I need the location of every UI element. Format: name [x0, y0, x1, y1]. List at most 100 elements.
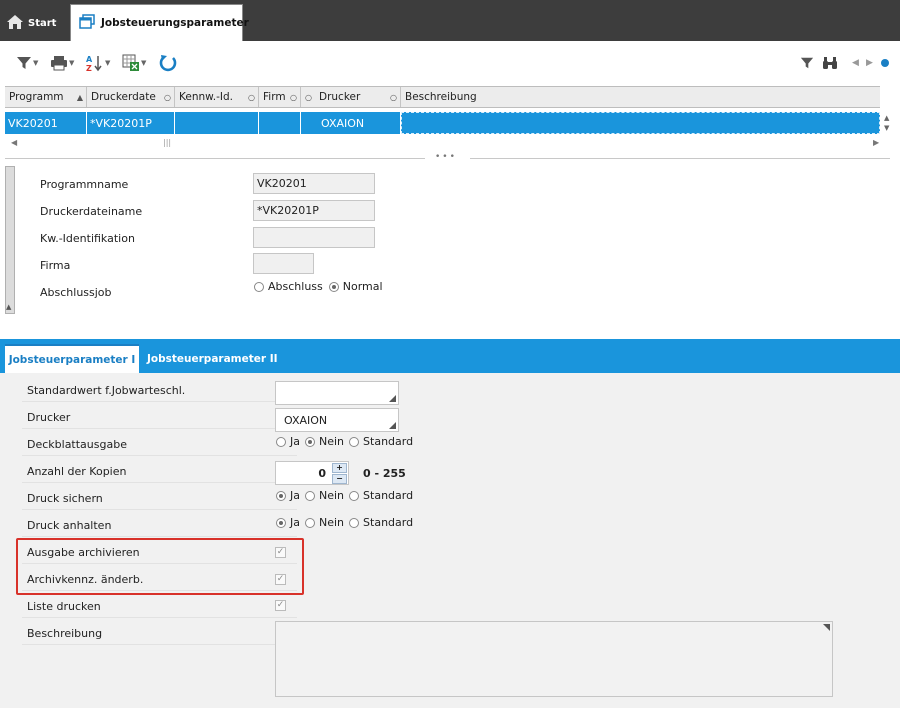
home-icon [6, 14, 24, 33]
cell-programm[interactable]: VK20201 [5, 112, 87, 134]
kw-identifikation-field[interactable] [253, 227, 375, 248]
druck-sichern-nein-radio[interactable] [305, 490, 315, 501]
table-row[interactable]: VK20201 *VK20201P OXAION [5, 112, 880, 134]
column-circle-icon: ○ [305, 92, 312, 102]
beschreibung-label: Beschreibung [22, 619, 297, 645]
deckblatt-standard-label: Standard [363, 435, 414, 448]
binoculars-icon[interactable] [822, 53, 838, 73]
liste-drucken-checkbox[interactable]: ✓ [275, 600, 286, 611]
drucker-dropdown[interactable]: OXAION [275, 408, 399, 432]
col-drucker-label: Drucker [318, 91, 361, 103]
kopien-label: Anzahl der Kopien [22, 457, 297, 483]
print-icon[interactable]: ▼ [50, 53, 74, 73]
scroll-right-icon[interactable]: ▶ [873, 138, 879, 147]
scroll-left-icon[interactable]: ◀ [11, 138, 17, 147]
filter-right-icon[interactable] [800, 53, 814, 73]
kopien-stepper[interactable]: 0 + − [275, 461, 349, 485]
tab-jobsteuerparameter-2[interactable]: Jobsteuerparameter II [147, 344, 278, 373]
col-beschreibung[interactable]: Beschreibung [401, 87, 880, 107]
column-circle-icon: ○ [290, 92, 297, 102]
stepper-down-icon[interactable]: − [332, 474, 347, 484]
col-kennw[interactable]: Kennw.-Id. ○ [175, 87, 259, 107]
druck-sichern-label: Druck sichern [22, 484, 297, 510]
deckblatt-label: Deckblattausgabe [22, 430, 297, 456]
druckerdateiname-label: Druckerdateiname [40, 205, 143, 218]
next-icon[interactable]: ▶ [866, 53, 873, 73]
druck-anhalten-label: Druck anhalten [22, 511, 297, 537]
abschlussjob-label: Abschlussjob [40, 286, 112, 299]
cell-druckerdate[interactable]: *VK20201P [87, 112, 175, 134]
druck-anhalten-nein-label: Nein [319, 516, 345, 529]
scroll-thumb[interactable]: ||| [163, 138, 171, 147]
col-druckerdate[interactable]: Druckerdate ○ [87, 87, 175, 107]
sort-asc-icon: ▲ [76, 92, 83, 102]
abschlussjob-radio-group: Abschluss Normal [254, 280, 383, 293]
scroll-down-icon[interactable]: ▼ [884, 124, 889, 132]
excel-export-icon[interactable]: ▼ [122, 53, 146, 73]
col-druckerdate-label: Druckerdate [91, 91, 156, 103]
col-programm-label: Programm [9, 91, 64, 103]
cell-firm[interactable] [259, 112, 301, 134]
col-programm[interactable]: Programm ▲ [5, 87, 87, 107]
tab-start[interactable]: Start [6, 8, 66, 38]
standardwert-dropdown[interactable] [275, 381, 399, 405]
column-circle-icon: ○ [164, 92, 171, 102]
firma-label: Firma [40, 259, 71, 272]
druck-anhalten-standard-label: Standard [363, 516, 414, 529]
druck-anhalten-nein-radio[interactable] [305, 517, 315, 528]
column-circle-icon: ○ [248, 92, 255, 102]
druck-sichern-ja-radio[interactable] [276, 490, 286, 501]
splitter-handle-icon[interactable]: ••• [435, 152, 457, 162]
collapse-up-icon[interactable]: ▲ [6, 303, 11, 311]
druck-anhalten-ja-radio[interactable] [276, 517, 286, 528]
druck-sichern-standard-label: Standard [363, 489, 414, 502]
druck-anhalten-standard-radio[interactable] [349, 517, 360, 528]
splitter[interactable]: ••• [5, 152, 890, 162]
deckblatt-nein-radio[interactable] [305, 436, 315, 447]
deckblatt-ja-radio[interactable] [276, 436, 286, 447]
druck-sichern-standard-radio[interactable] [349, 490, 360, 501]
horizontal-scrollbar[interactable]: ◀ ||| ▶ [5, 138, 880, 150]
druck-sichern-radio-group: Ja Nein Standard [276, 489, 413, 502]
drucker-value: OXAION [284, 413, 328, 427]
standardwert-label: Standardwert f.Jobwarteschl. [22, 376, 297, 402]
filter-icon[interactable]: ▼ [16, 53, 38, 73]
kw-identifikation-label: Kw.-Identifikation [40, 232, 135, 245]
deckblatt-radio-group: Ja Nein Standard [276, 435, 413, 448]
refresh-icon[interactable] [158, 53, 178, 73]
collapse-bar[interactable]: ▲ [5, 166, 15, 314]
deckblatt-ja-label: Ja [290, 435, 300, 448]
programmname-field[interactable]: VK20201 [253, 173, 375, 194]
liste-drucken-label: Liste drucken [22, 592, 297, 618]
sort-az-icon[interactable]: A Z ▼ [86, 53, 110, 73]
normal-radio[interactable] [328, 281, 339, 292]
cell-kennw[interactable] [175, 112, 259, 134]
vertical-scrollbar[interactable]: ▲ ▼ [881, 108, 895, 134]
stepper-up-icon[interactable]: + [332, 463, 347, 473]
beschreibung-textarea[interactable] [275, 621, 833, 697]
col-firm-label: Firm [263, 91, 286, 103]
druck-anhalten-radio-group: Ja Nein Standard [276, 516, 413, 529]
scroll-up-icon[interactable]: ▲ [884, 114, 889, 122]
cell-drucker[interactable]: OXAION [301, 112, 401, 134]
tab-jobsteuerparameter-1[interactable]: Jobsteuerparameter I [5, 344, 139, 373]
col-drucker[interactable]: ○ Drucker ○ [301, 87, 401, 107]
abschluss-radio[interactable] [254, 281, 264, 292]
firma-field[interactable] [253, 253, 314, 274]
abschluss-radio-label: Abschluss [268, 280, 323, 293]
textarea-corner-icon [823, 624, 830, 631]
tab-active-label: Jobsteuerungsparameter [101, 17, 249, 29]
dropdown-corner-icon [389, 395, 396, 402]
dropdown-corner-icon [389, 422, 396, 429]
normal-radio-label: Normal [342, 280, 383, 293]
cell-beschreibung[interactable] [401, 112, 880, 134]
highlight-box [16, 538, 304, 595]
tab-jobsteuerungsparameter[interactable]: Jobsteuerungsparameter [70, 4, 249, 41]
deckblatt-standard-radio[interactable] [349, 436, 360, 447]
window-icon [79, 14, 95, 32]
druck-sichern-nein-label: Nein [319, 489, 345, 502]
col-firm[interactable]: Firm ○ [259, 87, 301, 107]
druck-anhalten-ja-label: Ja [290, 516, 300, 529]
druckerdateiname-field[interactable]: *VK20201P [253, 200, 375, 221]
prev-icon[interactable]: ◀ [852, 53, 859, 73]
